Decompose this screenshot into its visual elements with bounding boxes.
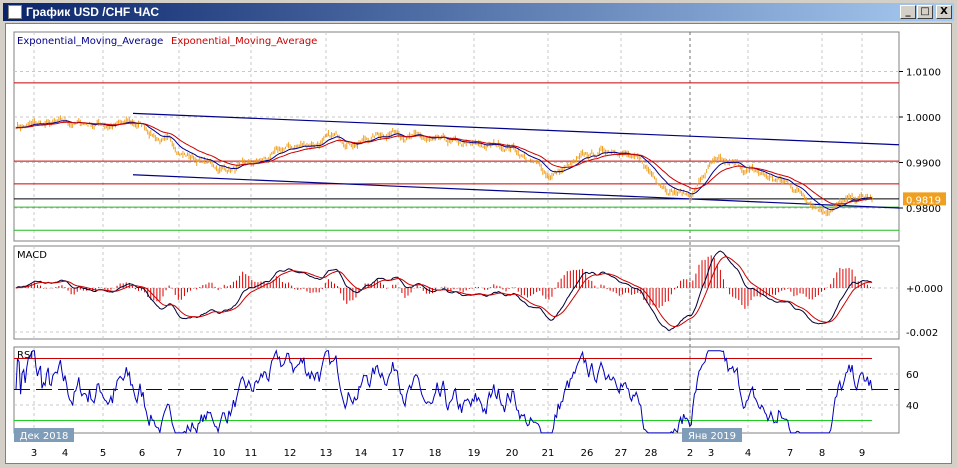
price-axis-label: 1.0100	[906, 68, 941, 79]
macd-label: MACD	[17, 250, 47, 261]
time-axis-day-label: 4	[745, 448, 751, 459]
time-axis-day-label: 4	[62, 448, 68, 459]
macd-axis-label: -0.002	[906, 328, 938, 339]
time-axis-day-label: 28	[645, 448, 658, 459]
time-axis-day-label: 9	[859, 448, 865, 459]
macd-axis-label: +0.000	[906, 284, 943, 295]
time-axis-day-label: 19	[468, 448, 481, 459]
rsi-label: RSI	[17, 350, 33, 361]
time-axis-day-label: 10	[213, 448, 226, 459]
chart-canvas[interactable]: 1.01001.00000.99000.9800+0.000-0.0026040…	[0, 0, 957, 468]
time-axis-day-label: 13	[320, 448, 333, 459]
time-axis-day-label: 20	[506, 448, 519, 459]
time-axis-day-label: 21	[542, 448, 555, 459]
time-axis-period-label: Янв 2019	[688, 431, 736, 442]
time-axis-day-label: 5	[100, 448, 106, 459]
time-axis-day-label: 18	[429, 448, 442, 459]
time-axis-day-label: 11	[245, 448, 258, 459]
time-axis-period-label: Дек 2018	[20, 431, 69, 442]
time-axis-day-label: 17	[392, 448, 405, 459]
time-axis-day-label: 12	[284, 448, 297, 459]
m-panel-frame	[13, 31, 900, 242]
time-axis-day-label: 6	[139, 448, 145, 459]
current-price-label: 0.9819	[906, 195, 941, 206]
time-axis-day-label: 2	[687, 448, 693, 459]
legend-ema-slow: Exponential_Moving_Average	[171, 36, 317, 47]
time-axis-day-label: 3	[31, 448, 37, 459]
time-axis-day-label: 7	[787, 448, 793, 459]
time-axis-day-label: 7	[176, 448, 182, 459]
price-axis-label: 0.9900	[906, 159, 941, 170]
time-axis-day-label: 3	[708, 448, 714, 459]
rsi-axis-label: 60	[906, 370, 919, 381]
time-axis-day-label: 8	[819, 448, 825, 459]
time-axis-day-label: 26	[581, 448, 594, 459]
legend-ema-fast: Exponential_Moving_Average	[17, 36, 163, 47]
time-axis-day-label: 14	[355, 448, 368, 459]
rsi-axis-label: 40	[906, 401, 919, 412]
time-axis-day-label: 27	[615, 448, 628, 459]
price-axis-label: 1.0000	[906, 113, 941, 124]
